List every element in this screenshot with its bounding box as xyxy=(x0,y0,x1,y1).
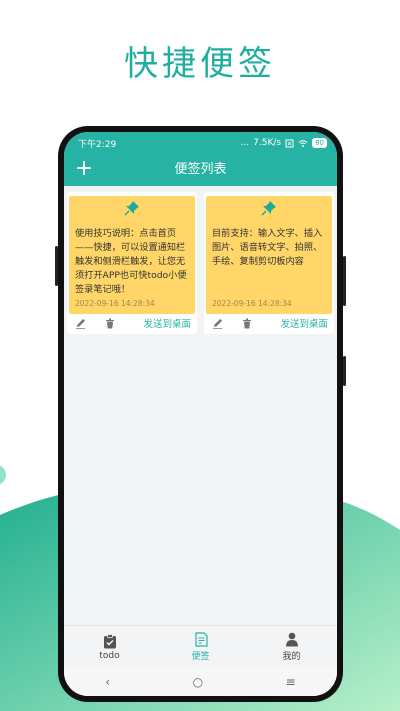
side-button xyxy=(343,356,346,386)
app-header: + 便签列表 xyxy=(64,154,337,186)
note-date: 2022-09-16 14:28:34 xyxy=(212,299,292,308)
volume-button xyxy=(55,246,58,286)
note-text: 使用技巧说明：点击首页——快捷，可以设置通知栏触发和侧滑栏触发，让您无须打开AP… xyxy=(75,228,187,295)
battery-icon: 80 xyxy=(312,138,327,148)
clipboard-icon xyxy=(103,633,116,648)
home-button[interactable]: ○ xyxy=(193,675,203,689)
power-button xyxy=(343,256,346,306)
note-body[interactable]: 使用技巧说明：点击首页——快捷，可以设置通知栏触发和侧滑栏触发，让您无须打开AP… xyxy=(69,196,195,314)
note-card[interactable]: 目前支持：输入文字、插入图片、语音转文字、拍照、手绘、复制剪切板内容 2022-… xyxy=(204,192,334,334)
note-text: 目前支持：输入文字、插入图片、语音转文字、拍照、手绘、复制剪切板内容 xyxy=(212,228,323,267)
back-button[interactable]: ‹ xyxy=(105,675,110,689)
status-bar: 下午2:29 ... 7.5K/s 80 xyxy=(64,132,337,154)
nav-profile[interactable]: 我的 xyxy=(246,626,337,668)
trash-icon[interactable] xyxy=(103,316,117,330)
phone-frame: 下午2:29 ... 7.5K/s 80 + 便签列表 使用技巧说明：点击首页—… xyxy=(55,126,346,702)
nav-notes[interactable]: 便签 xyxy=(155,626,246,668)
status-speed: 7.5K/s xyxy=(253,138,282,148)
nav-todo[interactable]: todo xyxy=(64,626,155,668)
nav-profile-label: 我的 xyxy=(282,652,301,662)
bottom-nav: todo 便签 我的 xyxy=(64,625,337,668)
pin-icon[interactable] xyxy=(206,200,332,216)
note-card[interactable]: 使用技巧说明：点击首页——快捷，可以设置通知栏触发和侧滑栏触发，让您无须打开AP… xyxy=(67,192,197,334)
note-list: 使用技巧说明：点击首页——快捷，可以设置通知栏触发和侧滑栏触发，让您无须打开AP… xyxy=(67,192,334,334)
wifi-icon xyxy=(298,139,308,147)
note-body[interactable]: 目前支持：输入文字、插入图片、语音转文字、拍照、手绘、复制剪切板内容 2022-… xyxy=(206,196,332,314)
pin-icon[interactable] xyxy=(69,200,195,216)
edit-icon[interactable] xyxy=(73,316,87,330)
note-actions: 发送到桌面 xyxy=(67,314,197,332)
sim-icon xyxy=(285,139,294,147)
recents-button[interactable]: ≡ xyxy=(286,675,296,689)
page-title: 便签列表 xyxy=(174,162,227,177)
system-nav-bar: ‹ ○ ≡ xyxy=(64,668,337,696)
send-to-desktop-button[interactable]: 发送到桌面 xyxy=(280,316,328,330)
person-icon xyxy=(285,632,298,647)
status-signal: ... xyxy=(240,138,250,148)
status-time: 下午2:29 xyxy=(78,139,117,150)
nav-notes-label: 便签 xyxy=(191,652,210,662)
nav-todo-label: todo xyxy=(99,650,120,661)
note-icon xyxy=(194,632,208,647)
promo-title: 快捷便签 xyxy=(124,44,276,84)
trash-icon[interactable] xyxy=(240,316,254,330)
note-date: 2022-09-16 14:28:34 xyxy=(75,299,155,308)
edit-icon[interactable] xyxy=(210,316,224,330)
send-to-desktop-button[interactable]: 发送到桌面 xyxy=(143,316,191,330)
note-actions: 发送到桌面 xyxy=(204,314,334,332)
phone-screen: 下午2:29 ... 7.5K/s 80 + 便签列表 使用技巧说明：点击首页—… xyxy=(64,132,337,696)
